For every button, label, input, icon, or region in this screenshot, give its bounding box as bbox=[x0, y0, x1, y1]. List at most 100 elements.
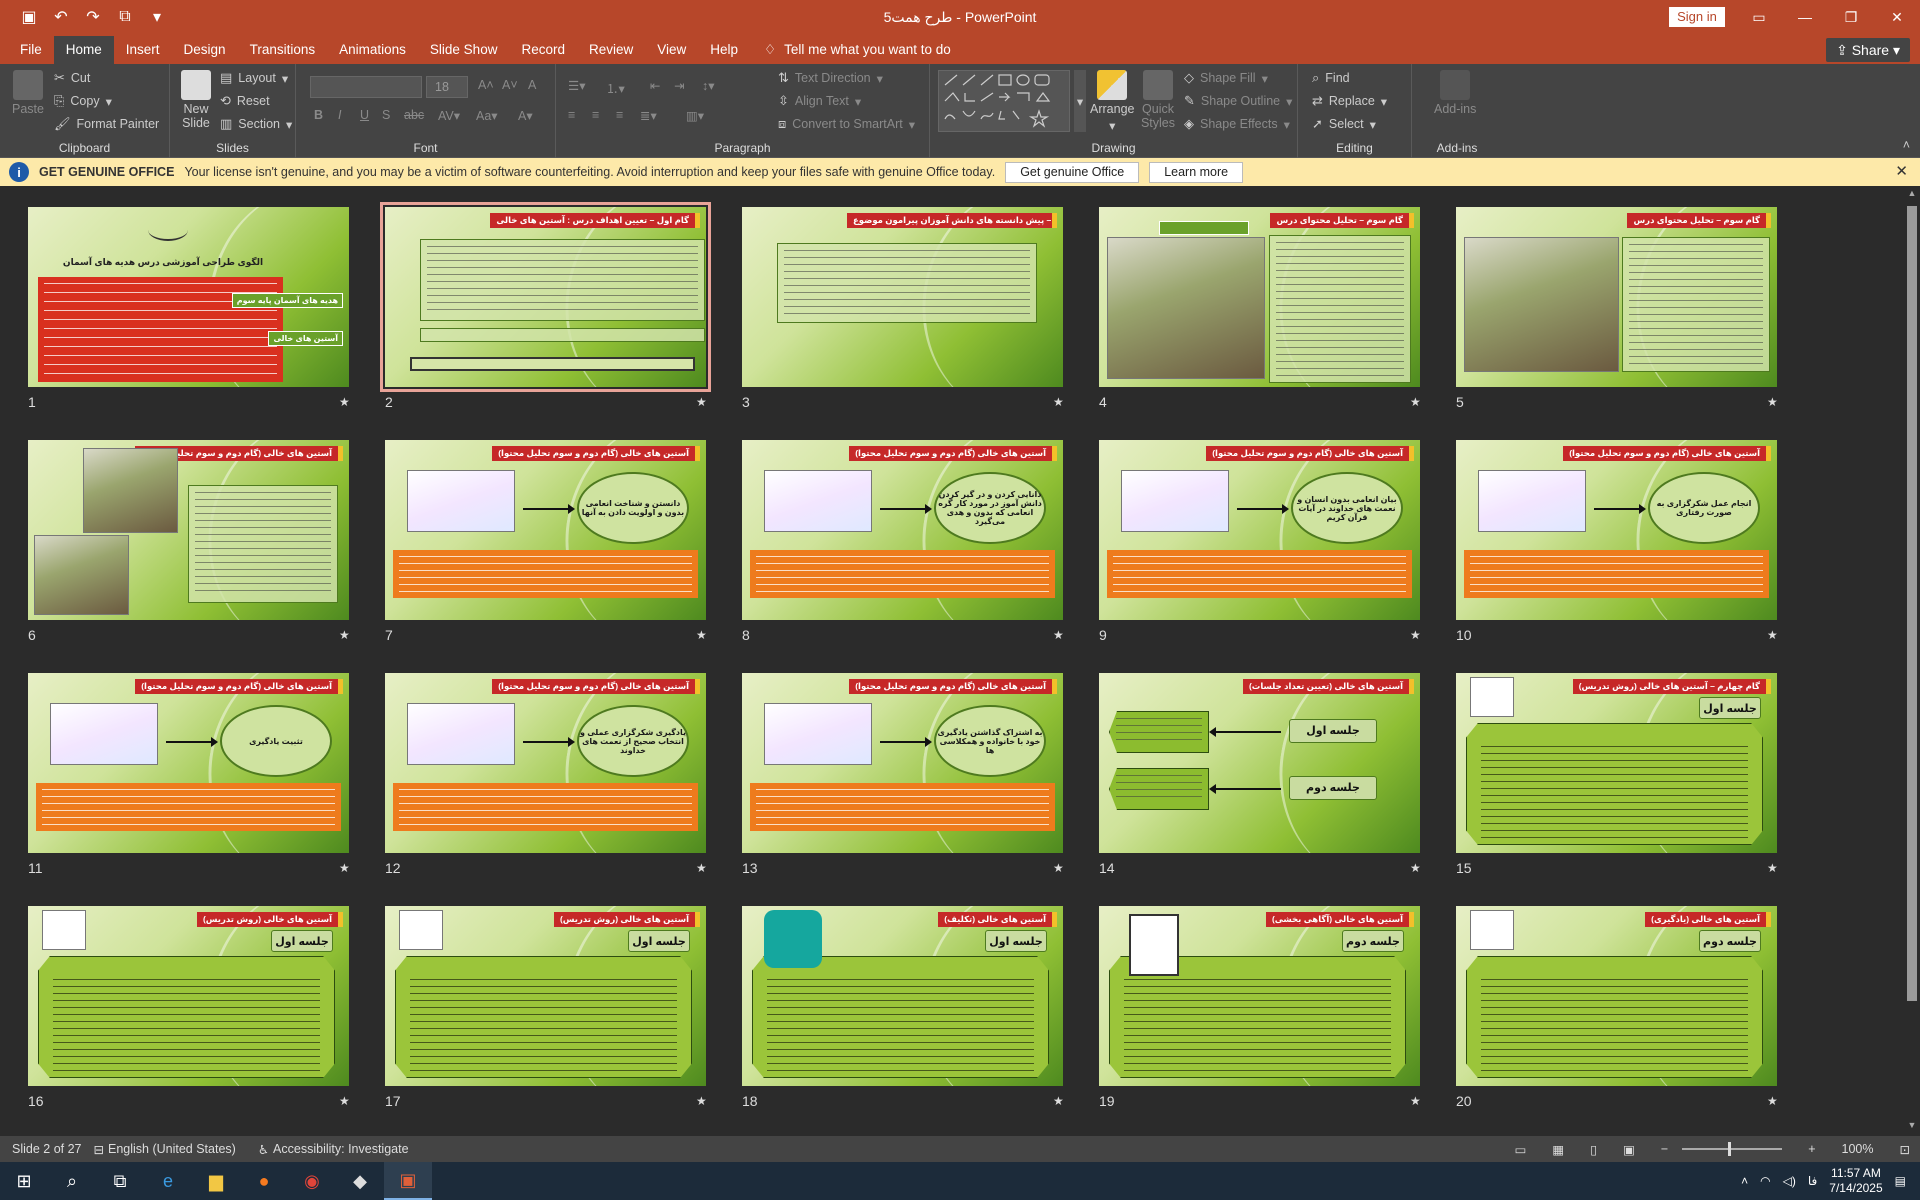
shadow-button[interactable]: S bbox=[382, 108, 390, 122]
bold-button[interactable]: B bbox=[314, 108, 323, 122]
slide-info[interactable]: Slide 2 of 27 bbox=[12, 1142, 82, 1156]
slide-thumbnail-8[interactable]: آستین های خالی (گام دوم و سوم تحلیل محتو… bbox=[742, 440, 1063, 620]
line-spacing-icon[interactable]: ↕▾ bbox=[702, 78, 715, 93]
font-size-box[interactable]: 18 bbox=[426, 76, 468, 98]
layout-button[interactable]: ▤ Layout ▾ bbox=[220, 70, 288, 86]
shapes-more-icon[interactable]: ▾ bbox=[1074, 70, 1086, 132]
minimize-icon[interactable]: — bbox=[1782, 0, 1828, 34]
quick-styles-button[interactable]: Quick Styles bbox=[1136, 70, 1180, 130]
slide-thumbnail-20[interactable]: آستین های خالی (یادگیری) جلسه دوم bbox=[1456, 906, 1777, 1086]
tab-insert[interactable]: Insert bbox=[114, 36, 172, 64]
tab-view[interactable]: View bbox=[645, 36, 698, 64]
underline-button[interactable]: U bbox=[360, 108, 369, 122]
slide-thumbnail-11[interactable]: آستین های خالی (گام دوم و سوم تحلیل محتو… bbox=[28, 673, 349, 853]
scroll-down-icon[interactable]: ▼ bbox=[1904, 1120, 1920, 1134]
fit-slide-icon[interactable]: ⊡ bbox=[1900, 1142, 1910, 1157]
tab-design[interactable]: Design bbox=[172, 36, 238, 64]
strikethrough-button[interactable]: abc bbox=[404, 108, 424, 122]
slide-thumbnail-7[interactable]: آستین های خالی (گام دوم و سوم تحلیل محتو… bbox=[385, 440, 706, 620]
arrange-button[interactable]: Arrange ▾ bbox=[1090, 70, 1134, 133]
input-language[interactable]: فا bbox=[1808, 1174, 1817, 1188]
bullets-icon[interactable]: ☰▾ bbox=[568, 78, 585, 93]
shapes-gallery[interactable] bbox=[938, 70, 1070, 132]
tab-file[interactable]: File bbox=[8, 36, 54, 64]
clock[interactable]: 11:57 AM 7/14/2025 bbox=[1829, 1166, 1882, 1196]
slide-transition-star-icon[interactable]: ★ bbox=[1410, 861, 1421, 875]
replace-button[interactable]: ⇄ Replace ▾ bbox=[1312, 93, 1387, 109]
windows-start-icon[interactable]: ⊞ bbox=[0, 1162, 48, 1200]
save-icon[interactable]: ▣ bbox=[18, 6, 40, 28]
shape-fill-button[interactable]: ◇ Shape Fill ▾ bbox=[1184, 70, 1268, 86]
present-icon[interactable]: ⧉ bbox=[114, 6, 136, 28]
scroll-up-icon[interactable]: ▲ bbox=[1904, 188, 1920, 202]
customize-qat-icon[interactable]: ▾ bbox=[146, 6, 168, 28]
align-right-icon[interactable]: ≡ bbox=[616, 108, 623, 122]
slide-transition-star-icon[interactable]: ★ bbox=[1410, 395, 1421, 409]
redo-icon[interactable]: ↷ bbox=[82, 6, 104, 28]
slideshow-view-icon[interactable]: ▣ bbox=[1623, 1142, 1635, 1157]
columns-icon[interactable]: ▥▾ bbox=[686, 108, 704, 123]
tell-me-box[interactable]: ♢ Tell me what you want to do bbox=[750, 36, 963, 64]
edge-browser-icon[interactable]: e bbox=[144, 1162, 192, 1200]
undo-icon[interactable]: ↶ bbox=[50, 6, 72, 28]
slide-thumbnail-6[interactable]: آستین های خالی (گام دوم و سوم تحلیل محتو… bbox=[28, 440, 349, 620]
slide-transition-star-icon[interactable]: ★ bbox=[339, 1094, 350, 1108]
learn-more-button[interactable]: Learn more bbox=[1149, 161, 1244, 183]
tab-record[interactable]: Record bbox=[509, 36, 577, 64]
slide-thumbnail-15[interactable]: گام چهارم – آستین های خالی (روش تدریس) جل… bbox=[1456, 673, 1777, 853]
app-icon[interactable]: ◆ bbox=[336, 1162, 384, 1200]
get-genuine-office-button[interactable]: Get genuine Office bbox=[1005, 161, 1140, 183]
clear-format-icon[interactable]: A bbox=[528, 78, 536, 92]
tab-review[interactable]: Review bbox=[577, 36, 645, 64]
tab-help[interactable]: Help bbox=[698, 36, 750, 64]
tab-animations[interactable]: Animations bbox=[327, 36, 418, 64]
slide-thumbnail-10[interactable]: آستین های خالی (گام دوم و سوم تحلیل محتو… bbox=[1456, 440, 1777, 620]
slide-transition-star-icon[interactable]: ★ bbox=[696, 628, 707, 642]
task-view-icon[interactable]: ⧉ bbox=[96, 1162, 144, 1200]
font-color-icon[interactable]: A▾ bbox=[518, 108, 533, 123]
file-explorer-icon[interactable]: ▆ bbox=[192, 1162, 240, 1200]
sign-in-button[interactable]: Sign in bbox=[1669, 7, 1725, 27]
shape-effects-button[interactable]: ◈ Shape Effects ▾ bbox=[1184, 116, 1290, 132]
reset-button[interactable]: ⟲ Reset bbox=[220, 93, 270, 109]
char-spacing-icon[interactable]: AV▾ bbox=[438, 108, 460, 123]
network-icon[interactable]: ◠ bbox=[1760, 1174, 1770, 1188]
tab-transitions[interactable]: Transitions bbox=[238, 36, 328, 64]
align-text-button[interactable]: ⇳ Align Text ▾ bbox=[778, 93, 861, 109]
slide-thumbnail-2[interactable]: گام اول – تعیین اهداف درس : آستین های خا… bbox=[380, 202, 711, 392]
slide-transition-star-icon[interactable]: ★ bbox=[1767, 1094, 1778, 1108]
firefox-icon[interactable]: ● bbox=[240, 1162, 288, 1200]
tab-home[interactable]: Home bbox=[53, 36, 114, 64]
select-button[interactable]: ➚ Select ▾ bbox=[1312, 116, 1376, 132]
change-case-icon[interactable]: Aa▾ bbox=[476, 108, 498, 123]
slide-thumbnail-5[interactable]: گام سوم – تحلیل محتوای درس bbox=[1456, 207, 1777, 387]
slide-thumbnail-1[interactable]: الگوی طراحی آموزشی درس هدیه های آسمان هدی… bbox=[28, 207, 349, 387]
slide-transition-star-icon[interactable]: ★ bbox=[696, 395, 707, 409]
slide-thumbnail-3[interactable]: گام دوم – پیش دانسته های دانش آموزان پیر… bbox=[742, 207, 1063, 387]
slide-transition-star-icon[interactable]: ★ bbox=[696, 861, 707, 875]
taskbar-search-icon[interactable]: ⌕ bbox=[48, 1162, 96, 1200]
zoom-out-icon[interactable]: − bbox=[1661, 1142, 1668, 1156]
slide-thumbnail-18[interactable]: آستین های خالی (تکلیف) جلسه اول bbox=[742, 906, 1063, 1086]
shrink-font-icon[interactable]: A˅ bbox=[502, 78, 518, 92]
collapse-ribbon-icon[interactable]: ˄ bbox=[1903, 138, 1910, 152]
slide-thumbnail-19[interactable]: آستین های خالی (آگاهی بخشی) جلسه دوم bbox=[1099, 906, 1420, 1086]
slide-transition-star-icon[interactable]: ★ bbox=[1053, 861, 1064, 875]
copy-button[interactable]: ⎘ Copy ▾ bbox=[54, 93, 112, 109]
close-message-icon[interactable]: ✕ bbox=[1895, 162, 1908, 180]
language-status[interactable]: English (United States) bbox=[108, 1142, 236, 1156]
slide-thumbnail-14[interactable]: آستین های خالی (تعیین تعداد جلسات) جلسه ا… bbox=[1099, 673, 1420, 853]
slide-thumbnail-4[interactable]: گام سوم – تحلیل محتوای درس bbox=[1099, 207, 1420, 387]
close-icon[interactable]: ✕ bbox=[1874, 0, 1920, 34]
notifications-icon[interactable]: ▤ bbox=[1895, 1174, 1906, 1188]
slide-transition-star-icon[interactable]: ★ bbox=[339, 395, 350, 409]
shape-outline-button[interactable]: ✎ Shape Outline ▾ bbox=[1184, 93, 1292, 109]
italic-button[interactable]: I bbox=[338, 108, 341, 122]
vertical-scrollbar[interactable]: ▲ ▼ bbox=[1904, 186, 1920, 1136]
accessibility-status[interactable]: Accessibility: Investigate bbox=[273, 1142, 408, 1156]
grow-font-icon[interactable]: A˄ bbox=[478, 78, 494, 92]
slide-thumbnail-12[interactable]: آستین های خالی (گام دوم و سوم تحلیل محتو… bbox=[385, 673, 706, 853]
slide-transition-star-icon[interactable]: ★ bbox=[696, 1094, 707, 1108]
slide-transition-star-icon[interactable]: ★ bbox=[339, 861, 350, 875]
font-name-box[interactable] bbox=[310, 76, 422, 98]
